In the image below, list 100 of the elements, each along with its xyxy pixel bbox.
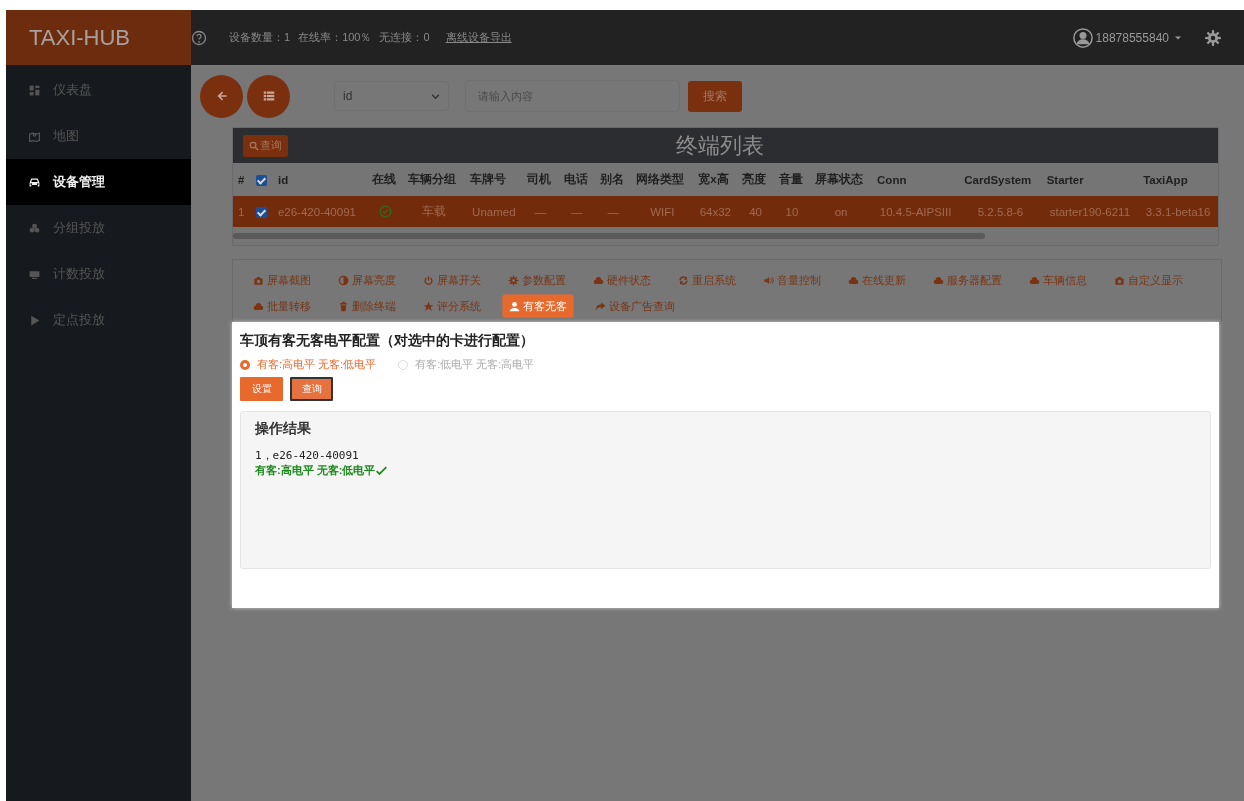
column-header: 电话: [558, 163, 595, 196]
table-cell: —: [522, 196, 559, 227]
column-header: Starter: [1041, 163, 1139, 196]
action-button[interactable]: 删除终端: [332, 294, 402, 318]
config-title: 车顶有客无客电平配置（对选中的卡进行配置）: [240, 332, 535, 350]
cloud-icon: [593, 274, 604, 286]
query-button[interactable]: 查询: [243, 134, 288, 157]
sidebar-item[interactable]: 定点投放: [6, 297, 191, 343]
action-button[interactable]: 屏幕截图: [247, 268, 317, 292]
camera-icon: [253, 274, 264, 286]
trash-icon: [338, 300, 349, 312]
action-button[interactable]: 屏幕开关: [417, 268, 487, 292]
avatar-icon: [1072, 27, 1093, 48]
column-header: id: [272, 163, 367, 196]
user-menu[interactable]: 18878555840: [1072, 27, 1182, 48]
power-icon: [423, 274, 434, 286]
speaker-icon: [763, 274, 774, 286]
export-link[interactable]: 离线设备导出: [445, 30, 512, 45]
column-header: Conn: [872, 163, 960, 196]
action-button[interactable]: 音量控制: [757, 268, 827, 292]
select-all-checkbox[interactable]: [255, 174, 267, 186]
group-icon: [28, 221, 41, 235]
table-cell: —: [558, 196, 595, 227]
table-cell: 车载: [403, 196, 466, 227]
device-stat: 设备数量：1: [229, 30, 291, 45]
action-button[interactable]: 屏幕亮度: [332, 268, 402, 292]
table-title: 终端列表: [676, 131, 764, 160]
column-header: 音量: [773, 163, 811, 196]
column-header: 亮度: [737, 163, 774, 196]
device-stat: 无连接：0: [379, 30, 430, 45]
star-icon: [423, 300, 434, 312]
table-cell: —: [595, 196, 632, 227]
sidebar-item[interactable]: 分组投放: [6, 205, 191, 251]
play-icon: [28, 313, 41, 327]
cloud-icon: [848, 274, 859, 286]
list-button[interactable]: [247, 74, 290, 118]
action-button[interactable]: 参数配置: [502, 268, 572, 292]
sidebar-item[interactable]: 仪表盘: [6, 67, 191, 113]
sidebar-item[interactable]: 计数投放: [6, 251, 191, 297]
column-header: 网络类型: [631, 163, 694, 196]
radio-option[interactable]: 有客:高电平 无客:低电平: [240, 357, 377, 372]
action-button[interactable]: 设备广告查询: [589, 294, 681, 318]
column-header: 车牌号: [465, 163, 523, 196]
grid-icon: [28, 83, 41, 97]
gear-icon: [508, 274, 519, 286]
user-icon: [509, 300, 520, 312]
contrast-icon: [338, 274, 349, 286]
camera-icon: [1114, 274, 1125, 286]
table-cell: starter190-6211: [1041, 196, 1139, 227]
row-checkbox[interactable]: [255, 206, 267, 218]
column-header: 司机: [522, 163, 559, 196]
action-button[interactable]: 批量转移: [247, 294, 317, 318]
chevron-down-icon: [431, 91, 440, 101]
table-cell: 10: [773, 196, 811, 227]
car-icon: [28, 175, 41, 189]
cloud-icon: [933, 274, 944, 286]
table-cell: WIFI: [631, 196, 694, 227]
field-select[interactable]: id: [334, 81, 449, 111]
radio-option[interactable]: 有客:低电平 无客:高电平: [398, 357, 535, 372]
table-cell: 40: [737, 196, 774, 227]
action-button[interactable]: 在线更新: [842, 268, 912, 292]
cloud-icon: [253, 300, 264, 312]
table-cell: 1: [233, 196, 251, 227]
table-cell: on: [810, 196, 873, 227]
table-cell: e26-420-40091: [272, 196, 367, 227]
column-header: #: [233, 163, 251, 196]
refresh-icon: [678, 274, 689, 286]
action-button[interactable]: 服务器配置: [927, 268, 1008, 292]
action-button[interactable]: 重启系统: [672, 268, 742, 292]
search-icon: [249, 140, 259, 151]
query-button[interactable]: 查询: [290, 377, 333, 401]
column-header: 在线: [366, 163, 404, 196]
column-header: 别名: [595, 163, 632, 196]
table-cell: 10.4.5-AIPSIII: [872, 196, 960, 227]
scrollbar[interactable]: [233, 233, 985, 239]
action-button[interactable]: 自定义显示: [1108, 268, 1189, 292]
brand-logo: TAXI-HUB: [6, 10, 191, 65]
column-header: CardSystem: [959, 163, 1042, 196]
action-button[interactable]: 硬件状态: [587, 268, 657, 292]
sidebar-item[interactable]: 地图: [6, 113, 191, 159]
action-button[interactable]: 评分系统: [417, 294, 487, 318]
table-cell: 5.2.5.8-6: [959, 196, 1042, 227]
sidebar-item[interactable]: 设备管理: [6, 159, 191, 205]
list-icon: [262, 90, 275, 102]
action-button[interactable]: 有客无客: [502, 294, 574, 318]
result-line: 1，e26-420-40091: [255, 448, 360, 463]
result-status: 有客:高电平 无客:低电平: [255, 463, 1196, 478]
column-header: TaxiApp: [1138, 163, 1218, 196]
table-cell: 64x32: [693, 196, 738, 227]
result-title: 操作结果: [255, 420, 312, 438]
help-icon: [191, 29, 207, 46]
settings-icon[interactable]: [1204, 28, 1222, 47]
action-button[interactable]: 车辆信息: [1023, 268, 1093, 292]
arrow-left-icon: [215, 90, 228, 102]
column-header: 屏幕状态: [810, 163, 873, 196]
table-cell: Unamed: [465, 196, 523, 227]
table-cell: 3.3.1-beta16: [1138, 196, 1218, 227]
set-button[interactable]: 设置: [240, 377, 283, 401]
search-button[interactable]: 搜索: [688, 80, 742, 112]
share-icon: [595, 300, 606, 312]
